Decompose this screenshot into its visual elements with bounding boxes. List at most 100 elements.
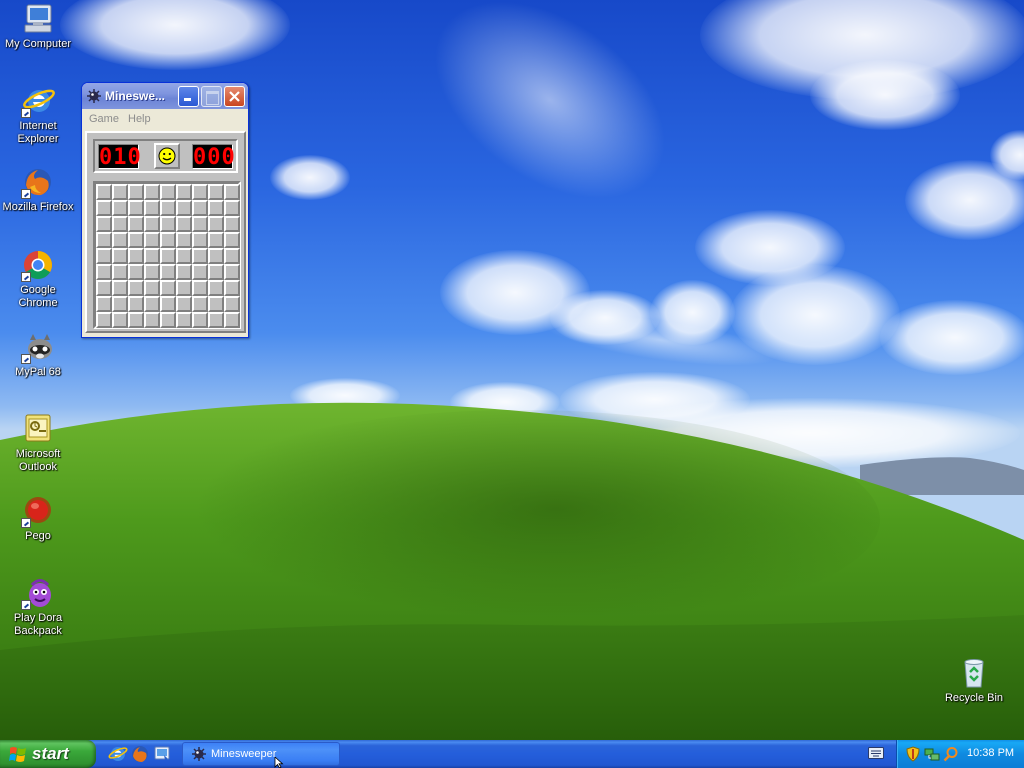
- mine-cell[interactable]: [112, 264, 128, 280]
- mine-cell[interactable]: [224, 200, 240, 216]
- mine-cell[interactable]: [96, 248, 112, 264]
- mine-cell[interactable]: [176, 200, 192, 216]
- desktop[interactable]: My Computer Internet Explorer Mozilla Fi…: [0, 0, 1024, 740]
- mine-cell[interactable]: [224, 248, 240, 264]
- mine-cell[interactable]: [208, 248, 224, 264]
- mine-cell[interactable]: [128, 216, 144, 232]
- mine-cell[interactable]: [176, 296, 192, 312]
- mine-cell[interactable]: [144, 216, 160, 232]
- mine-cell[interactable]: [176, 280, 192, 296]
- mine-cell[interactable]: [224, 296, 240, 312]
- security-shield-icon[interactable]: [905, 746, 921, 762]
- mine-cell[interactable]: [112, 200, 128, 216]
- mine-cell[interactable]: [192, 232, 208, 248]
- mine-cell[interactable]: [192, 296, 208, 312]
- mine-cell[interactable]: [192, 264, 208, 280]
- mine-cell[interactable]: [112, 280, 128, 296]
- mine-cell[interactable]: [224, 216, 240, 232]
- mine-cell[interactable]: [144, 200, 160, 216]
- mine-cell[interactable]: [176, 232, 192, 248]
- window-titlebar[interactable]: Mineswe...: [82, 83, 248, 109]
- desktop-icon-outlook[interactable]: Microsoft Outlook: [0, 412, 76, 474]
- mine-cell[interactable]: [176, 264, 192, 280]
- clock[interactable]: 10:38 PM: [967, 747, 1014, 759]
- mine-cell[interactable]: [208, 200, 224, 216]
- mine-cell[interactable]: [96, 216, 112, 232]
- start-button[interactable]: start: [0, 740, 96, 768]
- mine-cell[interactable]: [160, 280, 176, 296]
- internet-explorer-icon[interactable]: [108, 744, 128, 764]
- smiley-face-button[interactable]: [154, 143, 180, 169]
- menu-game[interactable]: Game: [89, 113, 119, 125]
- mine-cell[interactable]: [128, 312, 144, 328]
- mine-cell[interactable]: [208, 296, 224, 312]
- mine-cell[interactable]: [128, 280, 144, 296]
- mine-cell[interactable]: [144, 280, 160, 296]
- desktop-icon-dora-backpack[interactable]: Play Dora Backpack: [0, 576, 76, 638]
- desktop-icon-pego[interactable]: Pego: [0, 494, 76, 543]
- mine-cell[interactable]: [208, 184, 224, 200]
- mine-cell[interactable]: [176, 312, 192, 328]
- mine-cell[interactable]: [112, 312, 128, 328]
- mine-cell[interactable]: [176, 184, 192, 200]
- mine-cell[interactable]: [144, 296, 160, 312]
- mine-cell[interactable]: [160, 248, 176, 264]
- mine-cell[interactable]: [128, 248, 144, 264]
- show-desktop-icon[interactable]: [152, 744, 172, 764]
- mine-cell[interactable]: [144, 264, 160, 280]
- mine-cell[interactable]: [224, 232, 240, 248]
- mine-cell[interactable]: [128, 232, 144, 248]
- mine-cell[interactable]: [96, 232, 112, 248]
- firefox-icon[interactable]: [130, 744, 150, 764]
- mine-grid[interactable]: [93, 181, 241, 329]
- mine-cell[interactable]: [160, 312, 176, 328]
- mine-cell[interactable]: [144, 248, 160, 264]
- mine-cell[interactable]: [112, 184, 128, 200]
- network-icon[interactable]: [924, 746, 940, 762]
- mine-cell[interactable]: [96, 264, 112, 280]
- mine-cell[interactable]: [224, 280, 240, 296]
- mine-cell[interactable]: [176, 248, 192, 264]
- mine-cell[interactable]: [224, 184, 240, 200]
- menu-help[interactable]: Help: [128, 113, 151, 125]
- desktop-icon-chrome[interactable]: Google Chrome: [0, 248, 76, 310]
- mine-cell[interactable]: [144, 232, 160, 248]
- search-icon[interactable]: [943, 746, 959, 762]
- desktop-icon-my-computer[interactable]: My Computer: [0, 2, 76, 51]
- mine-cell[interactable]: [160, 232, 176, 248]
- mine-cell[interactable]: [160, 200, 176, 216]
- mine-cell[interactable]: [192, 280, 208, 296]
- mine-cell[interactable]: [112, 248, 128, 264]
- mine-cell[interactable]: [96, 296, 112, 312]
- mine-cell[interactable]: [96, 184, 112, 200]
- mine-cell[interactable]: [160, 264, 176, 280]
- mine-cell[interactable]: [192, 248, 208, 264]
- mine-cell[interactable]: [96, 200, 112, 216]
- minimize-button[interactable]: [178, 86, 199, 107]
- close-button[interactable]: [224, 86, 245, 107]
- mine-cell[interactable]: [112, 296, 128, 312]
- mine-cell[interactable]: [208, 312, 224, 328]
- mine-cell[interactable]: [160, 216, 176, 232]
- desktop-icon-recycle-bin[interactable]: Recycle Bin: [936, 656, 1012, 705]
- mine-cell[interactable]: [96, 312, 112, 328]
- mine-cell[interactable]: [224, 312, 240, 328]
- desktop-icon-firefox[interactable]: Mozilla Firefox: [0, 165, 76, 214]
- mine-cell[interactable]: [160, 296, 176, 312]
- keyboard-icon[interactable]: [868, 747, 884, 759]
- mine-cell[interactable]: [144, 184, 160, 200]
- mine-cell[interactable]: [128, 184, 144, 200]
- mine-cell[interactable]: [192, 312, 208, 328]
- mine-cell[interactable]: [224, 264, 240, 280]
- desktop-icon-mypal[interactable]: MyPal 68: [0, 330, 76, 379]
- mine-cell[interactable]: [128, 264, 144, 280]
- desktop-icon-internet-explorer[interactable]: Internet Explorer: [0, 84, 76, 146]
- mine-cell[interactable]: [192, 184, 208, 200]
- mine-cell[interactable]: [192, 200, 208, 216]
- mine-cell[interactable]: [160, 184, 176, 200]
- mine-cell[interactable]: [96, 280, 112, 296]
- mine-cell[interactable]: [128, 296, 144, 312]
- mine-cell[interactable]: [208, 280, 224, 296]
- mine-cell[interactable]: [192, 216, 208, 232]
- mine-cell[interactable]: [128, 200, 144, 216]
